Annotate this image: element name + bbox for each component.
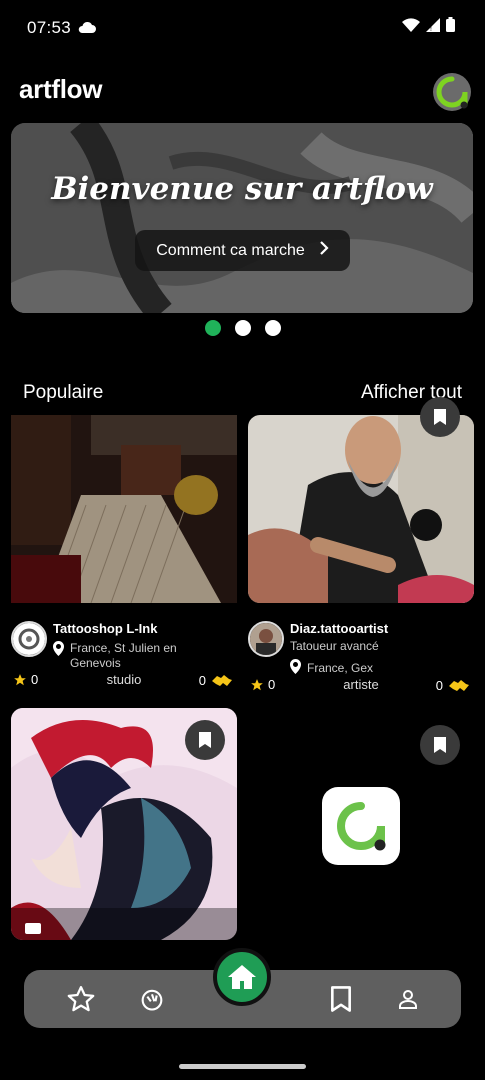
section-title: Populaire xyxy=(23,382,104,403)
nav-profile[interactable] xyxy=(393,984,423,1014)
nav-bookmarks[interactable] xyxy=(326,984,356,1014)
card-location: France, St Julien en Genevois xyxy=(53,641,177,671)
bookmark-button[interactable] xyxy=(420,397,460,437)
wifi-icon xyxy=(402,17,420,37)
location-text: France, Gex xyxy=(307,661,374,675)
cloud-icon xyxy=(78,20,96,38)
popular-card-studio[interactable]: Tattooshop L-Ink France, St Julien en Ge… xyxy=(11,415,237,695)
swap-count: 0 xyxy=(435,677,443,693)
handshake-icon xyxy=(449,680,469,691)
artist-avatar xyxy=(248,621,284,657)
location-pin-icon xyxy=(290,659,301,678)
svg-text:!: ! xyxy=(430,26,432,32)
app-title: artflow xyxy=(19,74,103,104)
gesture-bar[interactable] xyxy=(179,1064,306,1069)
location-pin-icon xyxy=(53,641,64,671)
artist-photo xyxy=(248,415,474,603)
welcome-banner[interactable]: Bienvenue sur artflow Comment ca marche xyxy=(11,123,473,313)
studio-photo xyxy=(11,415,237,603)
carousel-dot[interactable] xyxy=(265,320,281,336)
banner-title: Bienvenue sur artflow xyxy=(51,171,433,207)
popular-card-artwork[interactable] xyxy=(11,708,237,940)
star-icon xyxy=(67,986,95,1012)
carousel-indicator xyxy=(205,320,281,336)
bookmark-button[interactable] xyxy=(185,720,225,760)
how-it-works-button[interactable]: Comment ca marche xyxy=(135,230,350,271)
profile-icon xyxy=(399,990,417,1009)
card-footer: 0 artiste 0 xyxy=(248,677,474,697)
chevron-right-icon xyxy=(319,241,329,260)
bookmark-outline-icon xyxy=(331,986,351,1012)
card-name: Tattooshop L-Ink xyxy=(53,621,158,636)
status-time: 07:53 xyxy=(27,18,72,37)
bookmark-icon xyxy=(199,732,211,748)
banner-image xyxy=(11,123,473,313)
how-it-works-label: Comment ca marche xyxy=(156,241,305,259)
location-line1: France, St Julien en xyxy=(70,641,177,655)
nav-deals[interactable] xyxy=(137,984,167,1014)
card-subtitle: Tatoueur avancé xyxy=(290,639,379,653)
location-line2: Genevois xyxy=(70,656,121,670)
nav-favorites[interactable] xyxy=(66,984,96,1014)
carousel-dot[interactable] xyxy=(235,320,251,336)
card-footer: 0 studio 0 xyxy=(11,672,237,692)
artflow-logo-icon xyxy=(337,802,386,851)
card-location: France, Gex xyxy=(290,659,373,678)
signal-icon: ! xyxy=(426,17,440,37)
carousel-dot[interactable] xyxy=(205,320,221,336)
home-button[interactable] xyxy=(213,948,271,1006)
bookmark-button[interactable] xyxy=(420,725,460,765)
status-bar: 07:53 ! xyxy=(0,0,485,56)
popular-card-artist[interactable]: Diaz.tattooartist Tatoueur avancé France… xyxy=(248,397,474,697)
swap-count: 0 xyxy=(198,672,206,688)
handshake-icon xyxy=(212,675,232,686)
studio-avatar xyxy=(11,621,47,657)
battery-icon xyxy=(446,17,455,37)
bookmark-icon xyxy=(434,737,446,753)
ok-hand-icon xyxy=(141,989,163,1011)
bookmark-icon xyxy=(434,409,446,425)
home-icon xyxy=(228,965,256,989)
artflow-placeholder-logo[interactable] xyxy=(322,787,400,865)
swap-count-group[interactable]: 0 xyxy=(199,672,233,688)
card-name: Diaz.tattooartist xyxy=(290,621,389,636)
app-logo-icon[interactable] xyxy=(433,73,471,111)
swap-count-group[interactable]: 0 xyxy=(436,677,470,693)
